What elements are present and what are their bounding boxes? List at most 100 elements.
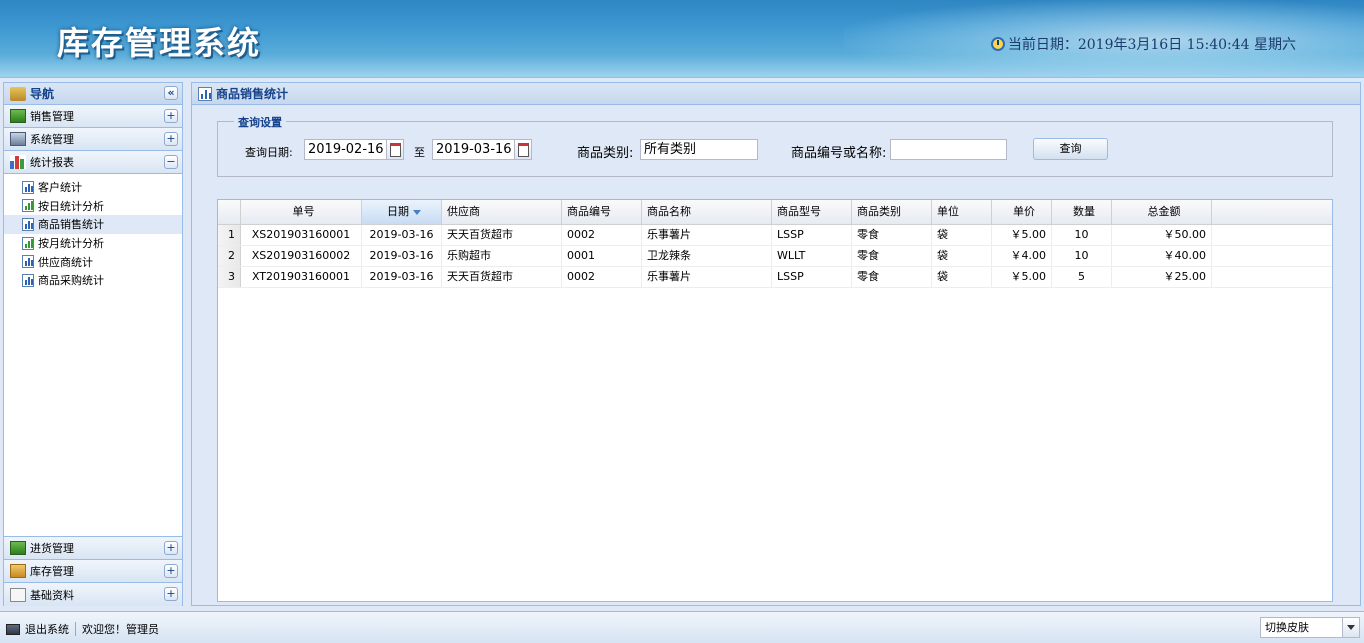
- cell-category: 零食: [852, 246, 932, 266]
- cell-model: LSSP: [772, 225, 852, 245]
- sort-desc-icon: [413, 209, 421, 215]
- category-value: 所有类别: [644, 142, 697, 157]
- cell-qty: 10: [1052, 246, 1112, 266]
- date-label: 查询日期:: [245, 146, 293, 159]
- row-number: 2: [218, 246, 241, 266]
- query-fieldset: 查询设置 查询日期: 2019-02-16 至 2019-03-16 商品类别:…: [217, 114, 1333, 177]
- report-icon: [22, 217, 34, 231]
- column-header[interactable]: 商品型号: [772, 200, 852, 224]
- column-header[interactable]: 总金额: [1112, 200, 1212, 224]
- app-header: 库存管理系统 当前日期：2019年3月16日 15:40:44 星期六: [0, 0, 1364, 78]
- purchase-icon: [10, 541, 26, 555]
- cell-model: LSSP: [772, 267, 852, 287]
- search-button[interactable]: 查询: [1033, 138, 1108, 160]
- cell-code: 0002: [562, 267, 642, 287]
- column-header[interactable]: 单位: [932, 200, 992, 224]
- code-or-name-input[interactable]: [890, 139, 1007, 160]
- monitor-icon: [6, 623, 20, 635]
- start-date-field[interactable]: 2019-02-16: [304, 139, 404, 160]
- nav-section-label: 统计报表: [30, 156, 74, 169]
- to-label: 至: [414, 146, 425, 159]
- tree-item-monthly-analysis[interactable]: 按月统计分析: [4, 234, 182, 253]
- page-title: 商品销售统计: [216, 87, 289, 101]
- skin-select[interactable]: 切换皮肤: [1260, 617, 1360, 638]
- cell-supplier: 乐购超市: [442, 246, 562, 266]
- skin-select-value: 切换皮肤: [1265, 621, 1309, 634]
- report-icon: [198, 86, 212, 101]
- category-field[interactable]: 所有类别: [640, 139, 758, 160]
- table-row[interactable]: 2 XS201903160002 2019-03-16 乐购超市 0001 卫龙…: [218, 246, 1332, 267]
- column-header-sorted[interactable]: 日期: [362, 200, 442, 224]
- cell-unit: 袋: [932, 267, 992, 287]
- expand-icon[interactable]: +: [164, 587, 178, 601]
- report-icon: [22, 255, 34, 269]
- row-number: 1: [218, 225, 241, 245]
- cell-date: 2019-03-16: [362, 246, 442, 266]
- row-number-header: [218, 200, 241, 224]
- nav-title: 导航: [30, 87, 55, 101]
- signpost-icon: [10, 86, 26, 101]
- exit-system-link[interactable]: 退出系统: [25, 621, 69, 637]
- column-header[interactable]: 商品名称: [642, 200, 772, 224]
- app-title: 库存管理系统: [57, 24, 262, 62]
- column-header[interactable]: 供应商: [442, 200, 562, 224]
- expand-icon[interactable]: +: [164, 564, 178, 578]
- nav-section-sales[interactable]: 销售管理 +: [4, 105, 182, 128]
- cell-qty: 10: [1052, 225, 1112, 245]
- divider: [75, 622, 76, 636]
- main-panel-header: 商品销售统计: [192, 83, 1360, 105]
- column-header[interactable]: 单号: [241, 200, 362, 224]
- cell-price: ￥5.00: [992, 267, 1052, 287]
- calendar-icon[interactable]: [514, 140, 531, 159]
- cell-price: ￥5.00: [992, 225, 1052, 245]
- cell-supplier: 天天百货超市: [442, 267, 562, 287]
- cell-order-no: XT201903160001: [241, 267, 362, 287]
- expand-icon[interactable]: +: [164, 109, 178, 123]
- cell-code: 0001: [562, 246, 642, 266]
- collapse-icon[interactable]: −: [164, 155, 178, 169]
- tree-item-daily-analysis[interactable]: 按日统计分析: [4, 197, 182, 216]
- report-icon: [22, 236, 34, 250]
- calendar-icon[interactable]: [386, 140, 403, 159]
- nav-section-basic-data[interactable]: 基础资料 +: [4, 583, 182, 606]
- column-header[interactable]: 商品类别: [852, 200, 932, 224]
- bar-chart-icon: [10, 155, 26, 169]
- nav-section-label: 基础资料: [30, 588, 74, 602]
- nav-section-reports[interactable]: 统计报表 −: [4, 151, 182, 174]
- column-header[interactable]: 商品编号: [562, 200, 642, 224]
- column-header[interactable]: 数量: [1052, 200, 1112, 224]
- collapse-nav-button[interactable]: «: [164, 86, 178, 100]
- tree-item-label: 按月统计分析: [38, 237, 104, 251]
- end-date-field[interactable]: 2019-03-16: [432, 139, 532, 160]
- nav-section-label: 系统管理: [30, 133, 74, 146]
- cell-order-no: XS201903160002: [241, 246, 362, 266]
- nav-section-label: 进货管理: [30, 542, 74, 555]
- cell-model: WLLT: [772, 246, 852, 266]
- cell-unit: 袋: [932, 246, 992, 266]
- table-row[interactable]: 1 XS201903160001 2019-03-16 天天百货超市 0002 …: [218, 225, 1332, 246]
- computer-icon: [10, 132, 26, 146]
- tree-item-label: 客户统计: [38, 181, 82, 195]
- cell-name: 乐事薯片: [642, 267, 772, 287]
- column-header[interactable]: 单价: [992, 200, 1052, 224]
- chevron-down-icon[interactable]: [1342, 618, 1359, 637]
- nav-section-system[interactable]: 系统管理 +: [4, 128, 182, 151]
- cell-date: 2019-03-16: [362, 225, 442, 245]
- end-date-value: 2019-03-16: [436, 142, 512, 157]
- nav-panel-header: 导航 «: [4, 83, 182, 105]
- tree-item-supplier-stats[interactable]: 供应商统计: [4, 252, 182, 271]
- table-row[interactable]: 3 XT201903160001 2019-03-16 天天百货超市 0002 …: [218, 267, 1332, 288]
- tree-item-customer-stats[interactable]: 客户统计: [4, 178, 182, 197]
- current-date: 当前日期：2019年3月16日 15:40:44 星期六: [990, 34, 1296, 54]
- expand-icon[interactable]: +: [164, 541, 178, 555]
- row-number: 3: [218, 267, 241, 287]
- expand-icon[interactable]: +: [164, 132, 178, 146]
- nav-section-purchase[interactable]: 进货管理 +: [4, 537, 182, 560]
- nav-section-inventory[interactable]: 库存管理 +: [4, 560, 182, 583]
- cell-category: 零食: [852, 225, 932, 245]
- tree-item-purchase-stats[interactable]: 商品采购统计: [4, 271, 182, 290]
- report-icon: [22, 273, 34, 287]
- cell-total: ￥50.00: [1112, 225, 1212, 245]
- nav-panel: 导航 « 销售管理 + 系统管理 + 统计报表 − 客户统计 按日统计分析 商品…: [3, 82, 183, 606]
- tree-item-product-sales[interactable]: 商品销售统计: [4, 215, 182, 234]
